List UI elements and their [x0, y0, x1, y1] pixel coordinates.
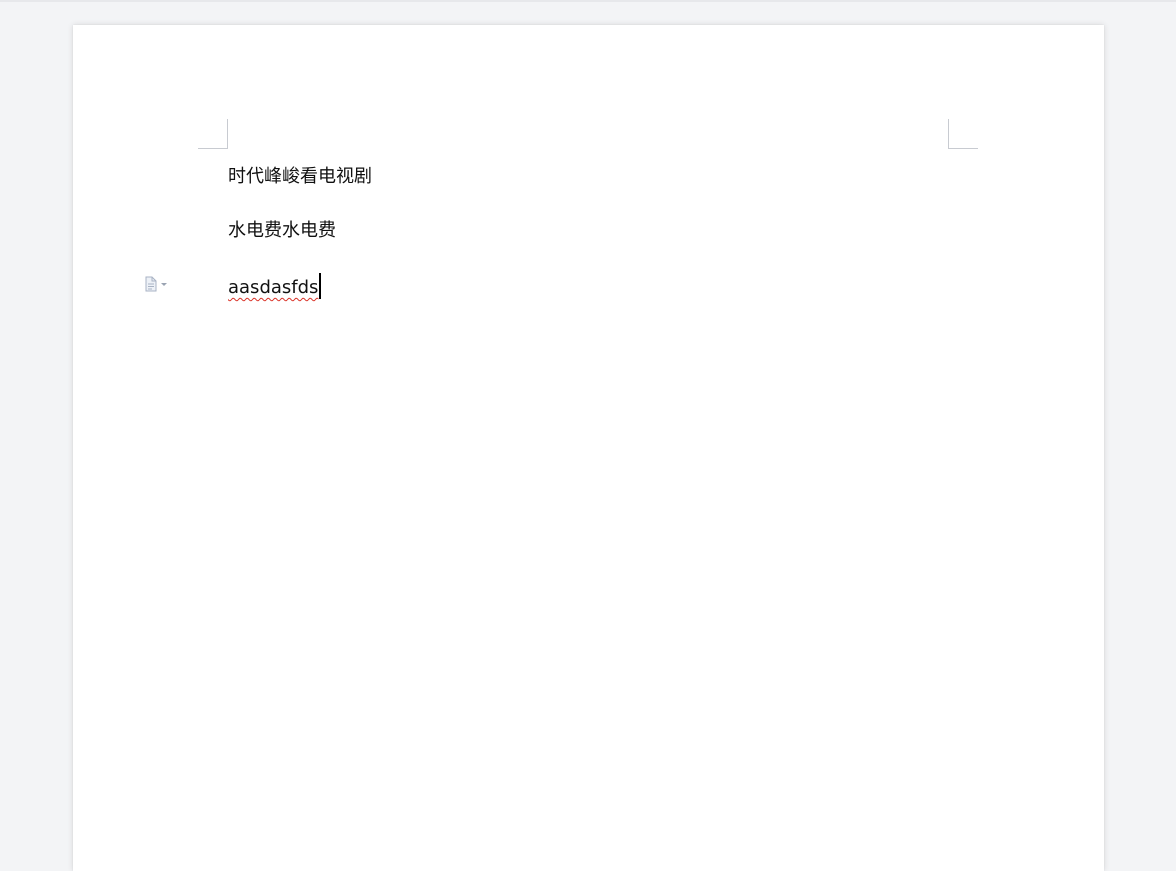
editor-workspace: 时代峰峻看电视剧 水电费水电费 aasdasfds [0, 0, 1176, 871]
paragraph-1[interactable]: 时代峰峻看电视剧 [228, 165, 372, 189]
top-right-margin-marker [948, 119, 978, 149]
top-left-margin-marker [198, 119, 228, 149]
text-cursor [319, 273, 322, 299]
document-page[interactable]: 时代峰峻看电视剧 水电费水电费 aasdasfds [73, 25, 1104, 871]
chevron-down-icon[interactable] [161, 283, 167, 286]
document-icon [144, 276, 158, 292]
paragraph-handle[interactable] [144, 275, 178, 293]
paragraph-2[interactable]: 水电费水电费 [228, 219, 336, 243]
workspace-top-divider [0, 0, 1176, 2]
paragraph-3-text[interactable]: aasdasfds [228, 277, 318, 298]
paragraph-3[interactable]: aasdasfds [228, 273, 322, 300]
